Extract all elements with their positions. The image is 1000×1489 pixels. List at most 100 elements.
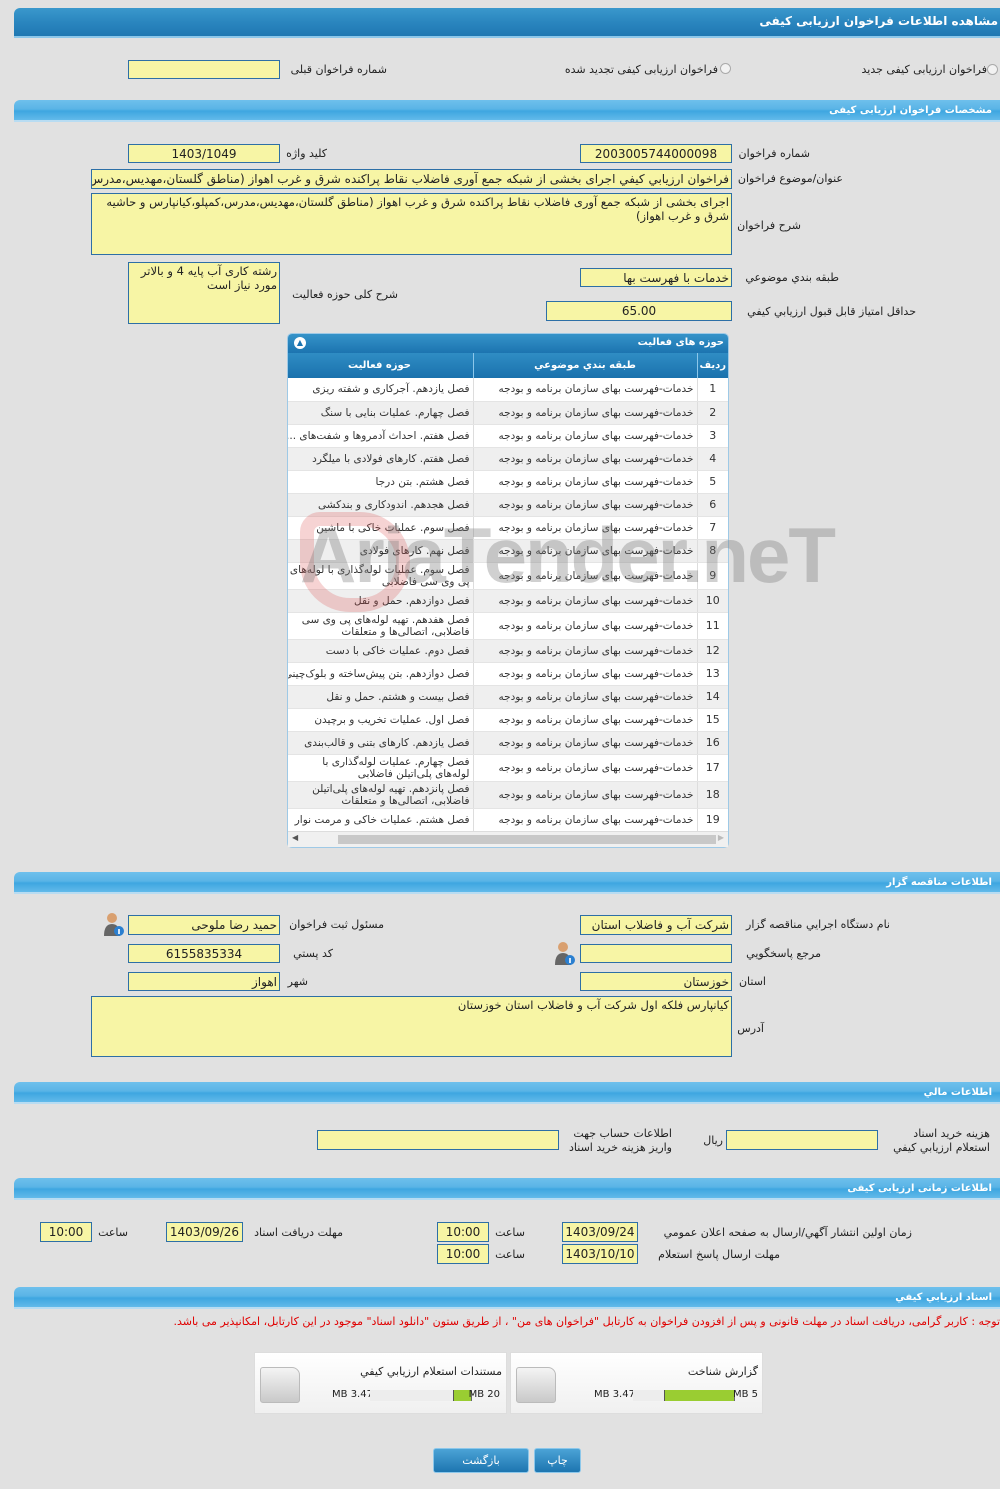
activities-table: حوزه های فعالیت ▲ رديف طبقه بندي موضوعي ح… bbox=[287, 333, 729, 848]
docs-label: مهلت دريافت اسناد bbox=[254, 1226, 343, 1239]
responsible-field[interactable]: حمید رضا ملوحی bbox=[128, 915, 280, 935]
scroll-left-icon[interactable]: ◀ bbox=[292, 833, 298, 842]
address-textarea[interactable]: کیانپارس فلکه اول شرکت آب و فاضلاب استان… bbox=[91, 996, 732, 1057]
row-activity: فصل یازدهم. کارهای بتنی و قالب‌بندی bbox=[288, 731, 473, 755]
file-max: 5 MB bbox=[732, 1389, 758, 1400]
time-label: ساعت bbox=[495, 1248, 525, 1261]
address-label: آدرس bbox=[737, 1022, 764, 1035]
row-number: 8 bbox=[696, 539, 728, 563]
radio-renewed[interactable] bbox=[720, 63, 731, 74]
file-size: 3.47 MB bbox=[594, 1389, 635, 1400]
row-category: خدمات-فهرست بهای سازمان برنامه و بودجه bbox=[472, 612, 697, 640]
file-name: گزارش شناخت bbox=[687, 1365, 758, 1378]
table-row[interactable]: 5 خدمات-فهرست بهای سازمان برنامه و بودجه ف… bbox=[288, 470, 728, 494]
fee-field[interactable] bbox=[726, 1130, 878, 1150]
table-row[interactable]: 18 خدمات-فهرست بهای سازمان برنامه و بودجه… bbox=[288, 781, 728, 809]
file-progress bbox=[370, 1390, 472, 1401]
col-row[interactable]: رديف bbox=[696, 353, 728, 378]
reply-date-field[interactable]: 1403/10/10 bbox=[562, 1244, 638, 1264]
row-activity: فصل سوم. عملیات لوله‌گذاری با لوله‌های پ… bbox=[288, 562, 473, 590]
row-number: 6 bbox=[696, 493, 728, 517]
reply-time-field[interactable]: 10:00 bbox=[437, 1244, 489, 1264]
number-field[interactable]: 2003005744000098 bbox=[580, 144, 732, 163]
col-category[interactable]: طبقه بندي موضوعي bbox=[472, 353, 697, 378]
table-row[interactable]: 4 خدمات-فهرست بهای سازمان برنامه و بودجه ف… bbox=[288, 447, 728, 471]
account-label: اطلاعات حساب جهت واريز هزينه خريد اسناد bbox=[569, 1127, 672, 1155]
row-activity: فصل بیست و هشتم. حمل و نقل bbox=[288, 685, 473, 709]
province-field[interactable]: خوزستان bbox=[580, 972, 732, 991]
back-button[interactable]: بازگشت bbox=[433, 1448, 529, 1473]
table-row[interactable]: 9 خدمات-فهرست بهای سازمان برنامه و بودجه ف… bbox=[288, 562, 728, 590]
print-button[interactable]: چاپ bbox=[534, 1448, 581, 1473]
title-field[interactable]: فراخوان ارزيابي كيفي اجرای بخشی از شبکه … bbox=[91, 169, 732, 189]
scroll-right-icon[interactable]: ▶ bbox=[718, 833, 724, 842]
row-activity: فصل یازدهم. آجرکاری و شفته ریزی bbox=[288, 378, 473, 402]
table-row[interactable]: 2 خدمات-فهرست بهای سازمان برنامه و بودجه ف… bbox=[288, 401, 728, 425]
radio-renewed-label: فراخوان ارزیابی کیفی تجدید شده bbox=[564, 63, 718, 76]
table-row[interactable]: 12 خدمات-فهرست بهای سازمان برنامه و بودجه… bbox=[288, 639, 728, 663]
category-field[interactable]: خدمات با فهرست بها bbox=[580, 268, 732, 287]
number-label: شماره فراخوان bbox=[738, 147, 811, 160]
file-card[interactable]: گزارش شناخت 3.47 MB 5 MB bbox=[510, 1352, 763, 1414]
publish-date-field[interactable]: 1403/09/24 bbox=[562, 1222, 638, 1242]
desc-textarea[interactable]: اجرای بخشی از شبکه جمع آوری فاضلاب نقاط … bbox=[91, 193, 732, 255]
table-row[interactable]: 7 خدمات-فهرست بهای سازمان برنامه و بودجه ف… bbox=[288, 516, 728, 540]
row-activity: فصل هجدهم. اندودکاری و بندکشی bbox=[288, 493, 473, 517]
docs-time-field[interactable]: 10:00 bbox=[40, 1222, 92, 1242]
title-label: عنوان/موضوع فراخوان bbox=[737, 172, 843, 185]
radio-new[interactable] bbox=[987, 64, 998, 75]
section-title: اطلاعات زمانی ارزيابی کيفی bbox=[847, 1183, 992, 1194]
table-row[interactable]: 11 خدمات-فهرست بهای سازمان برنامه و بودجه… bbox=[288, 612, 728, 640]
table-row[interactable]: 17 خدمات-فهرست بهای سازمان برنامه و بودجه… bbox=[288, 754, 728, 782]
row-number: 15 bbox=[696, 708, 728, 732]
city-field[interactable]: اهواز bbox=[128, 972, 280, 991]
row-category: خدمات-فهرست بهای سازمان برنامه و بودجه bbox=[472, 781, 697, 809]
row-number: 1 bbox=[696, 378, 728, 402]
radio-new-label: فراخوان ارزیابی کیفی جدید bbox=[861, 63, 987, 76]
file-card[interactable]: مستندات استعلام ارزيابي کيفي 3.47 MB 20 … bbox=[254, 1352, 507, 1414]
table-row[interactable]: 15 خدمات-فهرست بهای سازمان برنامه و بودجه… bbox=[288, 708, 728, 732]
table-row[interactable]: 1 خدمات-فهرست بهای سازمان برنامه و بودجه ف… bbox=[288, 378, 728, 402]
docs-date-field[interactable]: 1403/09/26 bbox=[166, 1222, 243, 1242]
ref-field[interactable] bbox=[580, 944, 732, 963]
row-category: خدمات-فهرست بهای سازمان برنامه و بودجه bbox=[472, 808, 697, 832]
table-row[interactable]: 10 خدمات-فهرست بهای سازمان برنامه و بودجه… bbox=[288, 589, 728, 613]
org-name-field[interactable]: شرکت آب و فاضلاب استان bbox=[580, 915, 732, 935]
account-field[interactable] bbox=[317, 1130, 559, 1150]
table-row[interactable]: 16 خدمات-فهرست بهای سازمان برنامه و بودجه… bbox=[288, 731, 728, 755]
scrollbar-thumb[interactable] bbox=[338, 835, 716, 844]
responsible-label: مسئول ثبت فراخوان bbox=[289, 918, 384, 931]
postal-field[interactable]: 6155835334 bbox=[128, 944, 280, 963]
fee-label: هزينه خريد اسناد استعلام ارزيابي کيفي bbox=[893, 1127, 990, 1155]
keyword-field[interactable]: 1403/1049 bbox=[128, 144, 280, 163]
activity-desc-label: شرح کلی حوزه فعالیت bbox=[292, 288, 398, 301]
row-activity: فصل نهم. کارهای فولادی bbox=[288, 539, 473, 563]
table-row[interactable]: 14 خدمات-فهرست بهای سازمان برنامه و بودجه… bbox=[288, 685, 728, 709]
prev-number-field[interactable] bbox=[128, 60, 280, 79]
table-row[interactable]: 3 خدمات-فهرست بهای سازمان برنامه و بودجه ف… bbox=[288, 424, 728, 448]
table-row[interactable]: 19 خدمات-فهرست بهای سازمان برنامه و بودجه… bbox=[288, 808, 728, 832]
row-number: 12 bbox=[696, 639, 728, 663]
min-score-field[interactable]: 65.00 bbox=[546, 301, 732, 321]
row-activity: فصل هشتم. عملیات خاکی و مرمت نوار bbox=[288, 808, 473, 832]
row-category: خدمات-فهرست بهای سازمان برنامه و بودجه bbox=[472, 639, 697, 663]
table-row[interactable]: 6 خدمات-فهرست بهای سازمان برنامه و بودجه ف… bbox=[288, 493, 728, 517]
user-info-icon[interactable] bbox=[102, 912, 124, 936]
col-activity[interactable]: حوزه فعالیت bbox=[288, 353, 473, 378]
page-header: مشاهده اطلاعات فراخوان ارزیابی کیفی bbox=[14, 8, 1000, 38]
user-info-icon[interactable] bbox=[553, 941, 575, 965]
file-name: مستندات استعلام ارزيابي کيفي bbox=[360, 1365, 502, 1378]
file-max: 20 MB bbox=[468, 1389, 500, 1400]
activity-desc-textarea[interactable]: رشته کاری آب پایه 4 و بالاتر مورد نیاز ا… bbox=[128, 262, 280, 324]
row-category: خدمات-فهرست بهای سازمان برنامه و بودجه bbox=[472, 470, 697, 494]
time-label: ساعت bbox=[98, 1226, 128, 1239]
keyword-label: کلید واژه bbox=[286, 147, 327, 160]
reply-label: مهلت ارسال پاسخ استعلام bbox=[658, 1248, 780, 1261]
table-row[interactable]: 13 خدمات-فهرست بهای سازمان برنامه و بودجه… bbox=[288, 662, 728, 686]
collapse-icon[interactable]: ▲ bbox=[294, 337, 306, 349]
table-horizontal-scrollbar[interactable]: ◀ ▶ bbox=[288, 831, 728, 847]
table-row[interactable]: 8 خدمات-فهرست بهای سازمان برنامه و بودجه ف… bbox=[288, 539, 728, 563]
row-number: 16 bbox=[696, 731, 728, 755]
publish-time-field[interactable]: 10:00 bbox=[437, 1222, 489, 1242]
progress-fill bbox=[663, 1390, 734, 1401]
